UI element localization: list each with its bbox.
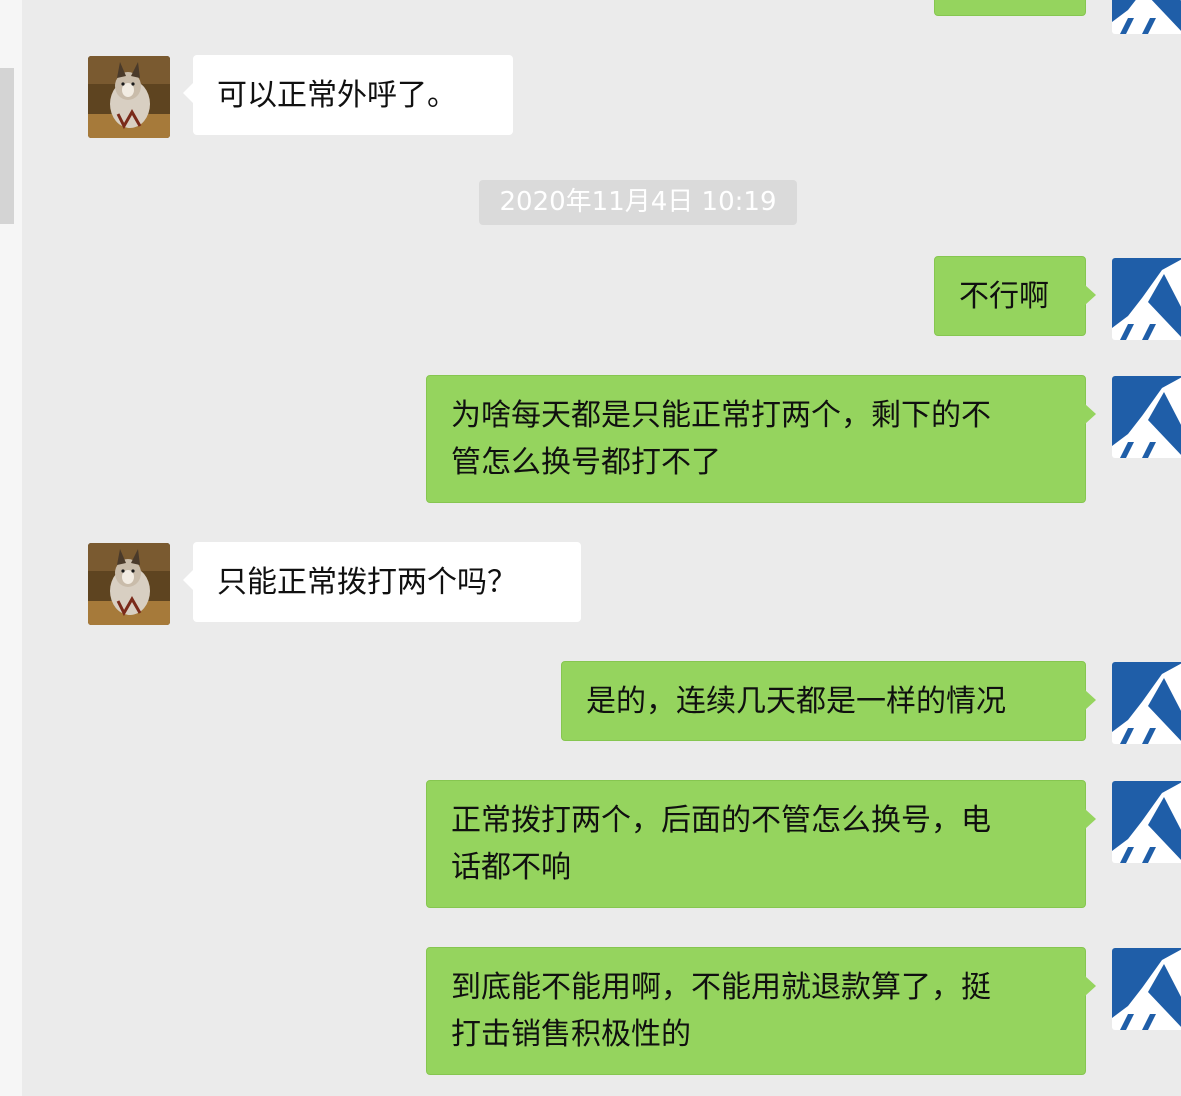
mountain-logo-icon	[1112, 662, 1181, 744]
contact-avatar[interactable]	[88, 56, 170, 138]
message-text: 不行啊	[959, 278, 1049, 314]
message-text-line: 打击销售积极性的	[451, 1017, 691, 1052]
own-avatar[interactable]	[1112, 948, 1181, 1030]
message-text: 是的，连续几天都是一样的情况	[586, 683, 1006, 719]
husky-dog-icon	[88, 56, 170, 138]
own-avatar[interactable]	[1112, 376, 1181, 458]
message-bubble[interactable]: 只能正常拨打两个吗？	[183, 542, 581, 622]
mountain-logo-icon	[1112, 0, 1181, 34]
husky-dog-icon	[88, 543, 170, 625]
message-bubble[interactable]: 到底能不能用啊，不能用就退款算了，挺 打击销售积极性的	[426, 947, 1096, 1075]
message-text: 只能正常拨打两个吗？	[217, 564, 517, 600]
scrollbar-thumb[interactable]	[0, 68, 14, 224]
contact-avatar[interactable]	[88, 543, 170, 625]
mountain-logo-icon	[1112, 781, 1181, 863]
message-text-line: 正常拨打两个，后面的不管怎么换号，电	[451, 803, 991, 838]
own-avatar[interactable]	[1112, 781, 1181, 863]
message-text-line: 为啥每天都是只能正常打两个，剩下的不	[451, 398, 991, 433]
mountain-logo-icon	[1112, 376, 1181, 458]
message-bubble[interactable]: 是的，连续几天都是一样的情况	[561, 661, 1096, 741]
timestamp-divider: 2020年11月4日 10:19	[479, 180, 797, 225]
own-avatar[interactable]	[1112, 662, 1181, 744]
message-bubble[interactable]: 正常拨打两个，后面的不管怎么换号，电 话都不响	[426, 780, 1096, 908]
own-avatar[interactable]	[1112, 0, 1181, 34]
message-bubble[interactable]: 为啥每天都是只能正常打两个，剩下的不 管怎么换号都打不了	[426, 375, 1096, 503]
message-bubble[interactable]: 可以正常外呼了。	[183, 55, 513, 135]
mountain-logo-icon	[1112, 948, 1181, 1030]
message-text: 可以正常外呼了。	[217, 77, 457, 113]
message-bubble-partial[interactable]	[934, 0, 1086, 16]
mountain-logo-icon	[1112, 258, 1181, 340]
chat-window: 可以正常外呼了。 2020年11月4日 10:19 不行啊 为啥每天都是只能正常…	[0, 0, 1181, 1096]
message-text-line: 管怎么换号都打不了	[451, 445, 721, 480]
message-bubble[interactable]: 不行啊	[934, 256, 1096, 336]
own-avatar[interactable]	[1112, 258, 1181, 340]
message-text-line: 话都不响	[451, 850, 571, 885]
message-text-line: 到底能不能用啊，不能用就退款算了，挺	[451, 970, 991, 1005]
